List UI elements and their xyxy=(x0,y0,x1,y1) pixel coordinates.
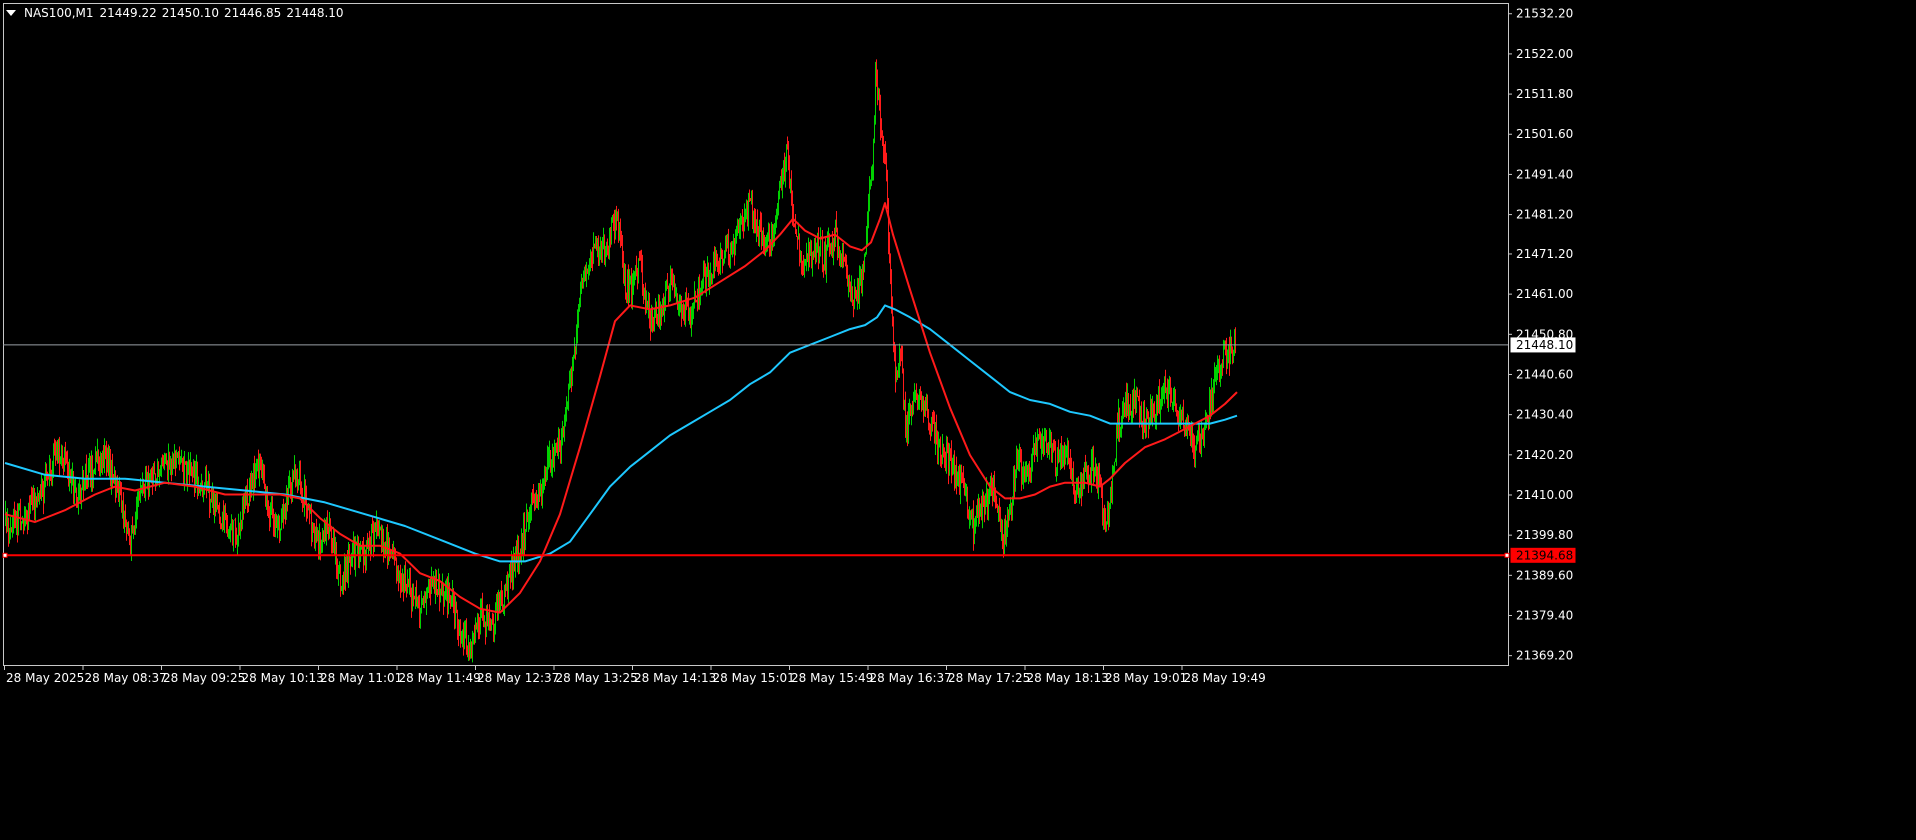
time-tick-label: 28 May 08:37 xyxy=(85,671,167,685)
price-chart[interactable]: 21532.20 21522.00 21511.80 21501.60 21491.40… xyxy=(0,0,1916,840)
price-tick-label: 21379.40 xyxy=(1516,608,1573,622)
chart-window[interactable]: 21532.20 21522.00 21511.80 21501.60 21491.40… xyxy=(0,0,1916,840)
time-tick-label: 28 May 2025 xyxy=(6,671,84,685)
fast-moving-average-line xyxy=(4,202,1238,614)
price-tick-label: 21389.60 xyxy=(1516,568,1573,582)
level-anchor-right-handle[interactable] xyxy=(1504,552,1510,558)
time-tick-label: 28 May 19:49 xyxy=(1184,671,1266,685)
time-tick-label: 28 May 15:01 xyxy=(713,671,795,685)
time-tick-label: 28 May 13:25 xyxy=(556,671,638,685)
time-tick-label: 28 May 11:49 xyxy=(399,671,481,685)
time-tick-label: 28 May 16:37 xyxy=(870,671,952,685)
time-tick-label: 28 May 19:01 xyxy=(1105,671,1187,685)
low-value: 21446.85 xyxy=(224,6,282,20)
time-tick-label: 28 May 12:37 xyxy=(477,671,559,685)
moving-averages xyxy=(4,202,1238,614)
price-tick-label: 21399.80 xyxy=(1516,528,1573,542)
price-tick-label: 21532.20 xyxy=(1516,7,1573,21)
candles xyxy=(5,59,1236,663)
chart-header: NAS100,M1 21449.22 21450.10 21446.85 214… xyxy=(6,4,344,22)
symbol-label: NAS100,M1 xyxy=(24,6,94,20)
horizontal-lines xyxy=(2,344,1510,558)
price-tick-label: 21430.40 xyxy=(1516,408,1573,422)
open-value: 21449.22 xyxy=(99,6,157,20)
level-anchor-left-handle[interactable] xyxy=(2,552,8,558)
price-tick-label: 21461.00 xyxy=(1516,287,1573,301)
level-price-label: 21394.68 xyxy=(1516,548,1573,562)
time-tick-label: 28 May 09:25 xyxy=(163,671,245,685)
price-tick-label: 21501.60 xyxy=(1516,127,1573,141)
price-tick-label: 21511.80 xyxy=(1516,87,1573,101)
time-tick-label: 28 May 15:49 xyxy=(791,671,873,685)
time-tick-label: 28 May 10:13 xyxy=(242,671,324,685)
slow-moving-average-line xyxy=(4,304,1238,563)
price-tick-label: 21440.60 xyxy=(1516,367,1573,381)
time-tick-label: 28 May 18:13 xyxy=(1027,671,1109,685)
price-tick-label: 21369.20 xyxy=(1516,649,1573,663)
close-value: 21448.10 xyxy=(286,6,344,20)
symbol-dropdown-icon[interactable] xyxy=(6,10,16,16)
price-axis[interactable]: 21532.20 21522.00 21511.80 21501.60 21491.40… xyxy=(1508,7,1573,663)
ohlc-values: 21449.22 21450.10 21446.85 21448.10 xyxy=(100,6,344,20)
current-price-label: 21448.10 xyxy=(1516,338,1573,352)
time-axis[interactable]: 28 May 2025 28 May 08:3728 May 09:2528 Ma… xyxy=(4,665,1266,685)
time-tick-label: 28 May 14:13 xyxy=(634,671,716,685)
price-tick-label: 21471.20 xyxy=(1516,247,1573,261)
price-tick-label: 21420.20 xyxy=(1516,448,1573,462)
plot-frame xyxy=(3,3,1509,666)
price-tick-label: 21410.00 xyxy=(1516,488,1573,502)
price-tick-label: 21522.00 xyxy=(1516,47,1573,61)
price-tick-label: 21481.20 xyxy=(1516,208,1573,222)
high-value: 21450.10 xyxy=(161,6,220,20)
time-tick-label: 28 May 11:01 xyxy=(320,671,402,685)
time-tick-label: 28 May 17:25 xyxy=(948,671,1030,685)
price-tick-label: 21491.40 xyxy=(1516,167,1573,181)
